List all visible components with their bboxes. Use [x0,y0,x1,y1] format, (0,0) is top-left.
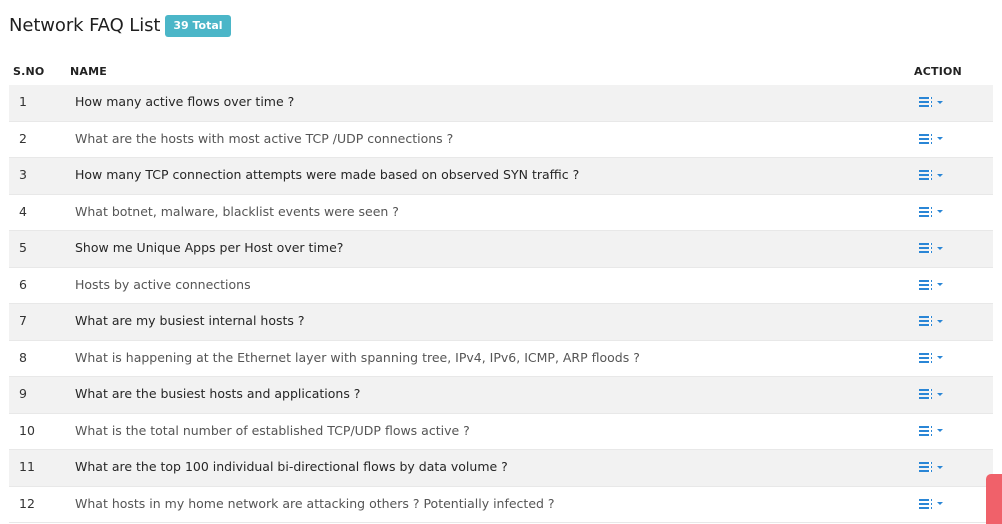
caret-down-icon [937,356,943,359]
list-icon [919,97,932,107]
row-action-dropdown[interactable] [919,132,947,146]
table-row[interactable]: 5 Show me Unique Apps per Host over time? [9,231,993,268]
row-question[interactable]: What are the hosts with most active TCP … [75,131,453,146]
list-icon [919,425,932,436]
row-question[interactable]: Show me Unique Apps per Host over time? [75,240,343,255]
list-icon [919,498,932,509]
table-row[interactable]: 8 What is happening at the Ethernet layer… [9,340,993,377]
table-row[interactable]: 7 What are my busiest internal hosts ? [9,304,993,341]
column-header-name: NAME [70,65,107,78]
table-row[interactable]: 10 What is the total number of establishe… [9,413,993,450]
row-question[interactable]: What is the total number of established … [75,423,470,438]
caret-down-icon [937,502,943,505]
caret-down-icon [937,429,943,432]
row-sno: 2 [19,130,27,146]
list-icon [919,279,932,290]
table-body: 1 How many active flows over time ? 2 What … [9,85,993,523]
table-row[interactable]: 6 Hosts by active connections [9,267,993,304]
page-header: Network FAQ List 39 Total [9,12,231,38]
table-row[interactable]: 3 How many TCP connection attempts were m… [9,158,993,195]
caret-down-icon [937,319,943,323]
row-sno: 6 [19,276,27,292]
row-question[interactable]: What hosts in my home network are attack… [75,496,555,511]
list-icon [919,352,932,363]
caret-down-icon [937,246,943,250]
row-sno: 7 [19,313,27,328]
table-row[interactable]: 1 How many active flows over time ? [9,85,993,122]
row-question[interactable]: What botnet, malware, blacklist events w… [75,204,399,219]
row-action-dropdown[interactable] [919,387,947,401]
list-icon [919,243,932,253]
table-row[interactable]: 9 What are the busiest hosts and applicat… [9,377,993,414]
row-question[interactable]: What are the busiest hosts and applicati… [75,386,360,401]
list-icon [919,133,932,144]
row-question[interactable]: How many active flows over time ? [75,94,294,109]
column-header-sno: S.NO [13,65,45,78]
row-question[interactable]: What are the top 100 individual bi-direc… [75,459,508,474]
row-action-dropdown[interactable] [919,95,947,109]
faq-page: Network FAQ List 39 Total S.NO NAME ACTI… [0,0,1002,524]
caret-down-icon [937,283,943,286]
row-sno: 8 [19,349,27,365]
row-sno: 10 [19,422,35,438]
row-question[interactable]: How many TCP connection attempts were ma… [75,167,579,182]
row-action-dropdown[interactable] [919,351,947,365]
row-action-dropdown[interactable] [919,460,947,474]
row-sno: 4 [19,203,27,219]
row-action-dropdown[interactable] [919,314,947,328]
caret-down-icon [937,465,943,469]
row-action-dropdown[interactable] [919,424,947,438]
caret-down-icon [937,210,943,213]
column-header-action: ACTION [914,65,962,78]
list-icon [919,462,932,472]
caret-down-icon [937,173,943,177]
row-sno: 11 [19,459,35,474]
row-action-dropdown[interactable] [919,241,947,255]
page-title: Network FAQ List [9,14,161,36]
feedback-tab[interactable] [986,474,1002,524]
table-row[interactable]: 4 What botnet, malware, blacklist events … [9,194,993,231]
list-icon [919,389,932,399]
row-sno: 9 [19,386,27,401]
caret-down-icon [937,100,943,104]
list-icon [919,206,932,217]
row-sno: 3 [19,167,27,182]
row-action-dropdown[interactable] [919,278,947,292]
row-action-dropdown[interactable] [919,205,947,219]
table-row[interactable]: 2 What are the hosts with most active TCP… [9,121,993,158]
row-question[interactable]: Hosts by active connections [75,277,251,292]
row-question[interactable]: What are my busiest internal hosts ? [75,313,305,328]
caret-down-icon [937,137,943,140]
caret-down-icon [937,392,943,396]
table-header: S.NO NAME ACTION [9,61,993,86]
row-action-dropdown[interactable] [919,497,947,511]
list-icon [919,170,932,180]
row-sno: 1 [19,94,27,109]
row-action-dropdown[interactable] [919,168,947,182]
row-sno: 12 [19,495,35,511]
list-icon [919,316,932,326]
table-row[interactable]: 11 What are the top 100 individual bi-dir… [9,450,993,487]
total-count-badge: 39 Total [165,15,231,37]
faq-table: S.NO NAME ACTION 1 How many active flows … [9,61,993,523]
table-row[interactable]: 12 What hosts in my home network are atta… [9,486,993,523]
row-sno: 5 [19,240,27,255]
row-question[interactable]: What is happening at the Ethernet layer … [75,350,640,365]
